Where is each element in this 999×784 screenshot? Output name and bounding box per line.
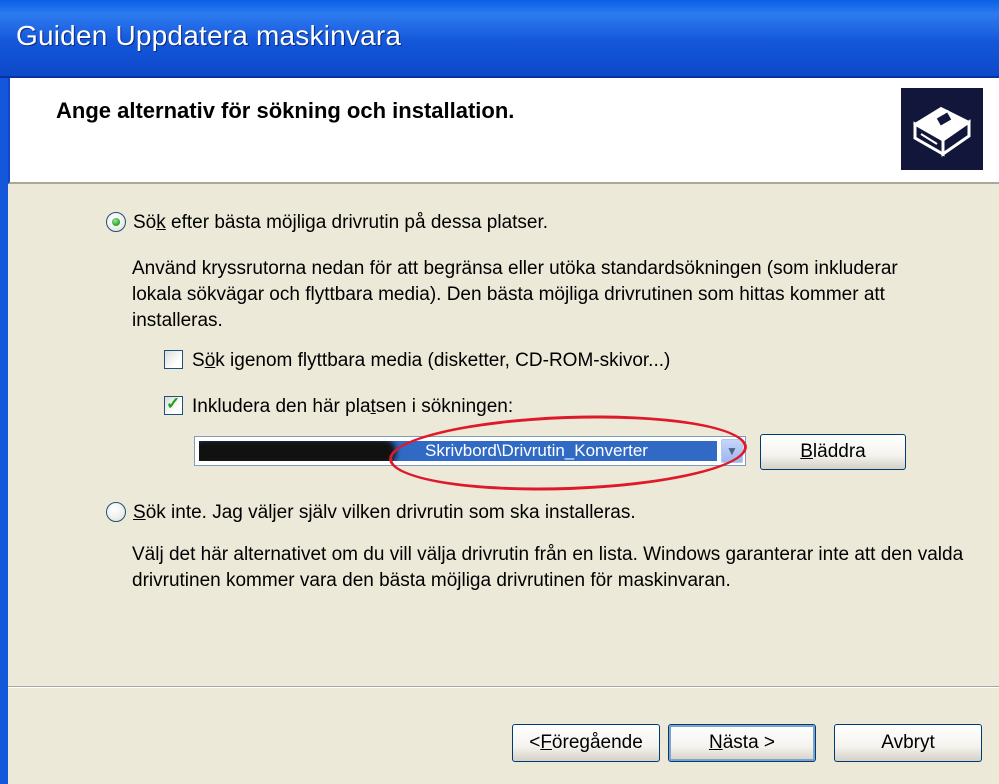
page-title: Ange alternativ för sökning och installa… bbox=[56, 98, 515, 123]
dont-search-description: Välj det här alternativet om du vill väl… bbox=[132, 544, 964, 591]
dont-search-radio[interactable] bbox=[106, 502, 126, 522]
search-description: Använd kryssrutorna nedan för att begrän… bbox=[132, 258, 898, 331]
removable-media-label[interactable]: Sök igenom flyttbara media (disketter, C… bbox=[192, 350, 670, 372]
search-radio[interactable] bbox=[106, 212, 126, 232]
wizard-header: Ange alternativ för sökning och installa… bbox=[8, 78, 999, 184]
footer-divider bbox=[8, 686, 999, 688]
title-bar[interactable]: Guiden Uppdatera maskinvara bbox=[0, 0, 999, 78]
access-key: N bbox=[708, 732, 723, 753]
location-combobox[interactable]: Skrivbord\Drivrutin_Konverter ▼ bbox=[194, 436, 746, 466]
label-text: Inkludera den här pla bbox=[192, 396, 371, 417]
access-key: B bbox=[800, 441, 813, 462]
label-text: efter bästa möjliga drivrutin på dessa p… bbox=[165, 212, 549, 233]
label-text: S bbox=[192, 350, 205, 371]
access-key: ö bbox=[204, 350, 216, 371]
button-label: läddra bbox=[812, 441, 866, 462]
dont-search-label[interactable]: Sök inte. Jag väljer själv vilken drivru… bbox=[133, 502, 636, 524]
chevron-down-icon[interactable]: ▼ bbox=[721, 439, 743, 463]
label-text: sen i sökningen: bbox=[375, 396, 514, 417]
label-text: Sö bbox=[133, 212, 157, 233]
button-label: öregående bbox=[551, 732, 643, 753]
cancel-button[interactable]: Avbryt bbox=[834, 724, 982, 762]
include-location-checkbox[interactable]: ✓ bbox=[164, 394, 183, 415]
removable-media-checkbox[interactable] bbox=[164, 350, 183, 369]
next-button[interactable]: Nästa > bbox=[668, 724, 816, 762]
path-text: Skrivbord\Drivrutin_Konverter bbox=[425, 441, 648, 460]
access-key: k bbox=[156, 212, 166, 233]
label-text: ök inte. Jag väljer själv vilken drivrut… bbox=[145, 502, 636, 523]
button-label: < bbox=[529, 732, 541, 753]
window-title: Guiden Uppdatera maskinvara bbox=[16, 20, 402, 51]
back-button[interactable]: < Föregående bbox=[512, 724, 660, 762]
label-text: k igenom flyttbara media (disketter, CD-… bbox=[215, 350, 671, 371]
wizard-content: Sök efter bästa möjliga drivrutin på des… bbox=[8, 186, 999, 784]
button-label: Avbryt bbox=[881, 732, 935, 753]
search-radio-label[interactable]: Sök efter bästa möjliga drivrutin på des… bbox=[133, 212, 548, 234]
button-label: ästa > bbox=[722, 732, 776, 753]
radio-selected-dot bbox=[112, 218, 120, 226]
checkmark-icon: ✓ bbox=[166, 394, 181, 413]
hardware-wizard-icon bbox=[901, 88, 983, 170]
browse-button[interactable]: Bläddra bbox=[760, 434, 906, 470]
access-key: F bbox=[540, 732, 552, 753]
window-border bbox=[0, 78, 8, 784]
access-key: S bbox=[133, 502, 146, 523]
selected-path[interactable]: Skrivbord\Drivrutin_Konverter bbox=[199, 441, 717, 461]
redacted-path-prefix bbox=[199, 441, 396, 461]
include-location-label[interactable]: Inkludera den här platsen i sökningen: bbox=[192, 396, 513, 418]
